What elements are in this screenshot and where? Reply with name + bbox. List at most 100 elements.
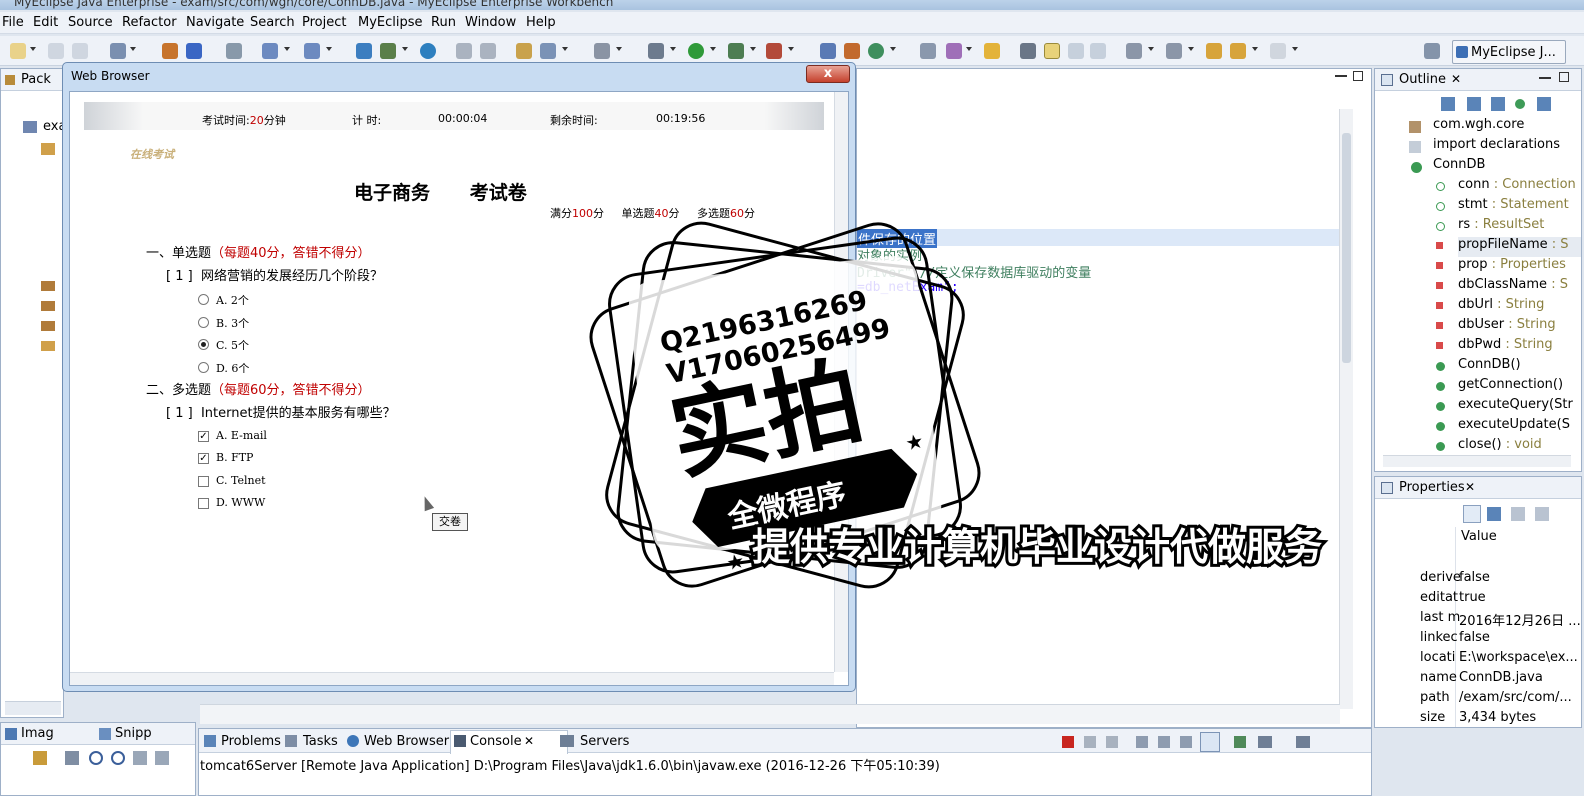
sort-icon[interactable]	[1441, 97, 1455, 111]
snippets-tab[interactable]: Snipp	[115, 726, 152, 741]
servers-tab[interactable]: Servers	[580, 734, 629, 749]
console-tab[interactable]: Console	[470, 734, 522, 749]
run-config-icon[interactable]	[728, 43, 744, 59]
submit-button[interactable]: 交卷	[432, 513, 468, 531]
property-row[interactable]: editat true	[1420, 590, 1570, 610]
problems-tab[interactable]: Problems	[221, 734, 281, 749]
new-project-icon[interactable]	[110, 43, 126, 59]
package-explorer-tab[interactable]: Pack	[21, 72, 51, 87]
menu-source[interactable]: Source	[68, 15, 113, 30]
minimize-icon[interactable]	[1335, 75, 1347, 77]
zoom-in-icon[interactable]	[111, 751, 125, 765]
properties-tab[interactable]: Properties	[1399, 480, 1465, 495]
next-annotation-icon[interactable]	[1126, 43, 1142, 59]
radio-option-d[interactable]	[198, 362, 209, 373]
fit-icon[interactable]	[65, 751, 79, 765]
property-row[interactable]: name ConnDB.java	[1420, 670, 1570, 690]
server-icon[interactable]	[226, 43, 242, 59]
back-icon[interactable]	[1230, 43, 1246, 59]
radio-option-c[interactable]	[198, 339, 209, 350]
maximize-icon[interactable]	[1353, 71, 1363, 81]
db-icon[interactable]	[920, 43, 936, 59]
property-row[interactable]: last m 2016年12月26日 ...	[1420, 610, 1581, 630]
outline-item-field[interactable]: rs : ResultSet	[1436, 217, 1581, 237]
code-line-4[interactable]: =db_netExam";	[857, 280, 959, 295]
scroll-lock-icon[interactable]	[1158, 736, 1170, 748]
outline-item-field[interactable]: dbUser : String	[1436, 317, 1581, 337]
globe-icon[interactable]	[420, 43, 436, 59]
checkbox-option-c[interactable]	[198, 476, 209, 487]
editor-horizontal-scrollbar[interactable]	[200, 704, 1340, 724]
outline-item-field[interactable]: dbPwd : String	[1436, 337, 1581, 357]
copy-icon[interactable]	[480, 43, 496, 59]
browser-vertical-scrollbar[interactable]	[834, 92, 848, 672]
back-icon[interactable]	[33, 751, 47, 765]
outline-item-method[interactable]: executeQuery(Str	[1436, 397, 1581, 417]
tasks-tab[interactable]: Tasks	[303, 734, 338, 749]
close-icon[interactable]: ✕	[524, 734, 534, 748]
debug-icon[interactable]	[648, 43, 664, 59]
checkbox-option-b[interactable]: ✓	[198, 453, 209, 464]
close-button[interactable]: x	[806, 65, 850, 83]
prev-annotation-icon[interactable]	[1166, 43, 1182, 59]
outline-item-method[interactable]: executeUpdate(S	[1436, 417, 1581, 437]
terminate-icon[interactable]	[1062, 736, 1074, 748]
vertical-scrollbar[interactable]	[1339, 109, 1353, 709]
rotate-icon[interactable]	[155, 751, 169, 765]
hide-fields-icon[interactable]	[1467, 97, 1481, 111]
export-icon[interactable]	[380, 43, 396, 59]
print-icon[interactable]	[72, 43, 88, 59]
menu-help[interactable]: Help	[526, 15, 556, 30]
close-icon[interactable]: ✕	[1451, 72, 1461, 86]
pin-console-icon[interactable]	[1234, 736, 1246, 748]
clear-console-icon[interactable]	[1136, 736, 1148, 748]
new-package-icon[interactable]	[844, 43, 860, 59]
wizard-icon[interactable]	[262, 43, 278, 59]
outline-scrollbar[interactable]	[1383, 455, 1571, 467]
property-row[interactable]: size 3,434 bytes	[1420, 710, 1570, 730]
property-row[interactable]: derive false	[1420, 570, 1570, 590]
categories-icon[interactable]	[1463, 505, 1481, 523]
radio-option-b[interactable]	[198, 317, 209, 328]
web-browser-tab[interactable]: Web Browser	[364, 734, 449, 749]
menu-refactor[interactable]: Refactor	[122, 15, 177, 30]
menu-search[interactable]: Search	[250, 15, 295, 30]
open-icon[interactable]	[984, 43, 1000, 59]
restore-default-icon[interactable]	[1535, 507, 1549, 521]
menu-project[interactable]: Project	[302, 15, 346, 30]
outline-item-method[interactable]: getConnection()	[1436, 377, 1581, 397]
property-row[interactable]: locati E:\workspace\ex...	[1420, 650, 1578, 670]
outline-item-method[interactable]: close() : void	[1436, 437, 1581, 455]
property-row[interactable]: path/exam/src/com/...	[1420, 690, 1572, 710]
block-select-icon[interactable]	[1068, 43, 1084, 59]
web-service-icon[interactable]	[356, 43, 372, 59]
outline-item-field[interactable]: stmt : Statement	[1436, 197, 1581, 217]
deploy-icon[interactable]	[186, 43, 202, 59]
layout-icon[interactable]	[516, 43, 532, 59]
remove-launch-icon[interactable]	[1084, 736, 1096, 748]
outline-item-package[interactable]: com.wgh.core	[1409, 117, 1581, 137]
radio-option-a[interactable]	[198, 294, 209, 305]
menu-edit[interactable]: Edit	[33, 15, 58, 30]
hide-local-types-icon[interactable]	[1537, 97, 1551, 111]
word-wrap-icon[interactable]	[1180, 736, 1192, 748]
menu-myeclipse[interactable]: MyEclipse	[358, 15, 423, 30]
mark-occurrences-icon[interactable]	[1044, 43, 1060, 59]
close-icon[interactable]: ✕	[1465, 480, 1475, 494]
show-whitespace-icon[interactable]	[1090, 43, 1106, 59]
horizontal-scrollbar[interactable]	[5, 701, 61, 715]
outline-item-field[interactable]: dbClassName : S	[1436, 277, 1581, 297]
outline-tab[interactable]: Outline	[1399, 72, 1446, 87]
image-tab[interactable]: Imag	[21, 726, 54, 741]
new-class-icon[interactable]	[820, 43, 836, 59]
search-icon[interactable]	[304, 43, 320, 59]
menu-window[interactable]: Window	[465, 15, 516, 30]
browser-horizontal-scrollbar[interactable]	[70, 672, 834, 685]
save-icon[interactable]	[48, 43, 64, 59]
advanced-icon[interactable]	[1511, 507, 1525, 521]
zoom-out-icon[interactable]	[89, 751, 103, 765]
last-edit-icon[interactable]	[1206, 43, 1222, 59]
checkbox-option-d[interactable]	[198, 498, 209, 509]
minimize-icon[interactable]	[1539, 77, 1551, 79]
menu-file[interactable]: File	[2, 15, 24, 30]
